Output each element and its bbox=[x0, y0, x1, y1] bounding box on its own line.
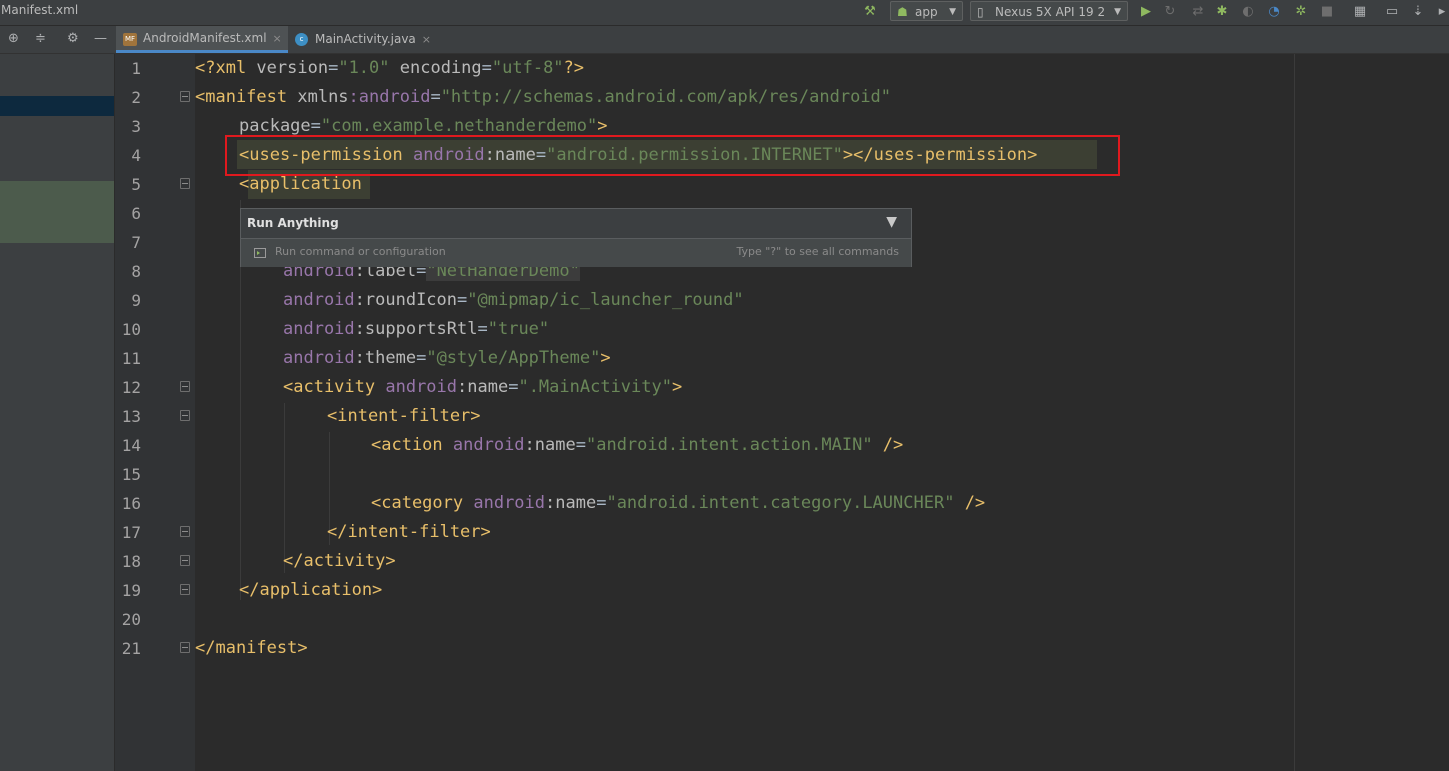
run-anything-popup: Run Anything ▼ Run command or configurat… bbox=[240, 208, 912, 267]
popup-title: Run Anything bbox=[247, 216, 339, 230]
fold-marker[interactable] bbox=[180, 642, 190, 653]
code-line-11: android:theme="@style/AppTheme"> bbox=[283, 348, 611, 368]
modified-tree-items[interactable] bbox=[0, 181, 114, 243]
build-hammer-icon[interactable]: ⚒ bbox=[862, 4, 878, 20]
close-icon[interactable]: × bbox=[422, 33, 431, 46]
filter-icon[interactable]: ▼ bbox=[886, 214, 897, 230]
line-number: 14 bbox=[121, 436, 141, 455]
line-number: 3 bbox=[131, 117, 141, 136]
main-toolbar: Manifest.xml ⚒ ☗ app ▼ ▯ Nexus 5X API 19… bbox=[0, 0, 1449, 26]
close-icon[interactable]: × bbox=[273, 32, 282, 45]
fold-marker[interactable] bbox=[180, 584, 190, 595]
avd-manager-icon[interactable]: ▭ bbox=[1384, 4, 1400, 20]
line-number: 1 bbox=[131, 59, 141, 78]
code-line-19: </application> bbox=[239, 580, 383, 600]
phone-icon: ▯ bbox=[977, 5, 984, 19]
chevron-down-icon: ▼ bbox=[949, 7, 956, 17]
line-number: 19 bbox=[121, 581, 141, 600]
line-number: 9 bbox=[131, 291, 141, 310]
more-icon[interactable]: ▸ bbox=[1434, 4, 1449, 20]
code-line-18: </activity> bbox=[283, 551, 396, 571]
device-selector[interactable]: ▯ Nexus 5X API 19 2 ▼ bbox=[970, 1, 1128, 21]
code-line-12: <activity android:name=".MainActivity"> bbox=[283, 377, 683, 397]
android-icon: ☗ bbox=[897, 5, 908, 19]
line-number: 5 bbox=[131, 175, 141, 194]
code-line-21: </manifest> bbox=[195, 638, 308, 658]
fold-marker[interactable] bbox=[180, 381, 190, 392]
xml-file-icon: MF bbox=[123, 33, 137, 46]
code-line-2: <manifest xmlns:android="http://schemas.… bbox=[195, 87, 892, 107]
apply-changes-icon[interactable]: ↻ bbox=[1162, 4, 1178, 20]
run-config-label: app bbox=[915, 5, 938, 19]
line-number: 15 bbox=[121, 465, 141, 484]
line-number: 13 bbox=[121, 407, 141, 426]
selected-tree-item[interactable] bbox=[0, 96, 114, 116]
line-number: 18 bbox=[121, 552, 141, 571]
tab-android-manifest[interactable]: MF AndroidManifest.xml × bbox=[116, 26, 288, 53]
highlight-annotation-box bbox=[225, 135, 1120, 176]
coverage-icon[interactable]: ◐ bbox=[1240, 4, 1256, 20]
code-line-1: <?xml version="1.0" encoding="utf-8"?> bbox=[195, 58, 585, 78]
chevron-down-icon: ▼ bbox=[1114, 7, 1121, 17]
line-number: 12 bbox=[121, 378, 141, 397]
input-placeholder: Run command or configuration bbox=[275, 245, 446, 258]
line-number: 2 bbox=[131, 88, 141, 107]
locate-icon[interactable]: ⊕ bbox=[8, 31, 19, 46]
terminal-icon bbox=[254, 248, 266, 258]
attach-debugger-icon[interactable]: ✲ bbox=[1293, 4, 1309, 20]
fold-marker[interactable] bbox=[180, 410, 190, 421]
hide-icon[interactable]: — bbox=[94, 31, 107, 46]
line-number: 8 bbox=[131, 262, 141, 281]
apply-code-changes-icon[interactable]: ⇄ bbox=[1190, 4, 1206, 20]
tab-label: AndroidManifest.xml bbox=[143, 31, 267, 45]
device-label: Nexus 5X API 19 2 bbox=[995, 5, 1106, 19]
profile-icon[interactable]: ◔ bbox=[1266, 4, 1282, 20]
debug-bug-icon[interactable]: ✱ bbox=[1214, 4, 1230, 20]
fold-marker[interactable] bbox=[180, 91, 190, 102]
run-icon[interactable]: ▶ bbox=[1138, 4, 1154, 20]
java-class-icon: c bbox=[295, 33, 308, 46]
fold-marker[interactable] bbox=[180, 178, 190, 189]
sync-project-icon[interactable]: ▦ bbox=[1352, 4, 1368, 20]
line-number: 16 bbox=[121, 494, 141, 513]
fold-marker[interactable] bbox=[180, 555, 190, 566]
collapse-all-icon[interactable]: ≑ bbox=[35, 31, 46, 46]
run-config-selector[interactable]: ☗ app ▼ bbox=[890, 1, 963, 21]
line-number: 17 bbox=[121, 523, 141, 542]
line-number: 4 bbox=[131, 146, 141, 165]
code-line-17: </intent-filter> bbox=[327, 522, 491, 542]
line-number: 6 bbox=[131, 204, 141, 223]
tab-bar: ⊕ ≑ ⚙ — MF AndroidManifest.xml × c MainAc… bbox=[0, 26, 1449, 54]
line-number: 7 bbox=[131, 233, 141, 252]
line-number: 21 bbox=[121, 639, 141, 658]
window-title: Manifest.xml bbox=[1, 3, 79, 17]
code-line-10: android:supportsRtl="true" bbox=[283, 319, 550, 339]
input-hint: Type "?" to see all commands bbox=[736, 245, 899, 258]
line-number: 20 bbox=[121, 610, 141, 629]
code-line-16: <category android:name="android.intent.c… bbox=[371, 493, 986, 513]
line-number: 10 bbox=[121, 320, 141, 339]
gear-icon[interactable]: ⚙ bbox=[67, 31, 79, 46]
project-panel bbox=[0, 54, 114, 771]
code-line-9: android:roundIcon="@mipmap/ic_launcher_r… bbox=[283, 290, 744, 310]
stop-icon[interactable]: ■ bbox=[1319, 4, 1335, 20]
code-line-14: <action android:name="android.intent.act… bbox=[371, 435, 904, 455]
fold-marker[interactable] bbox=[180, 526, 190, 537]
run-command-input[interactable]: Run command or configuration Type "?" to… bbox=[241, 238, 911, 267]
tab-main-activity[interactable]: c MainActivity.java × bbox=[288, 26, 438, 53]
tab-label: MainActivity.java bbox=[315, 32, 416, 46]
code-line-13: <intent-filter> bbox=[327, 406, 481, 426]
project-panel-tools: ⊕ ≑ ⚙ — bbox=[0, 26, 115, 53]
sdk-manager-icon[interactable]: ⇣ bbox=[1410, 4, 1426, 20]
line-number: 11 bbox=[121, 349, 141, 368]
right-margin-guide bbox=[1294, 54, 1295, 771]
